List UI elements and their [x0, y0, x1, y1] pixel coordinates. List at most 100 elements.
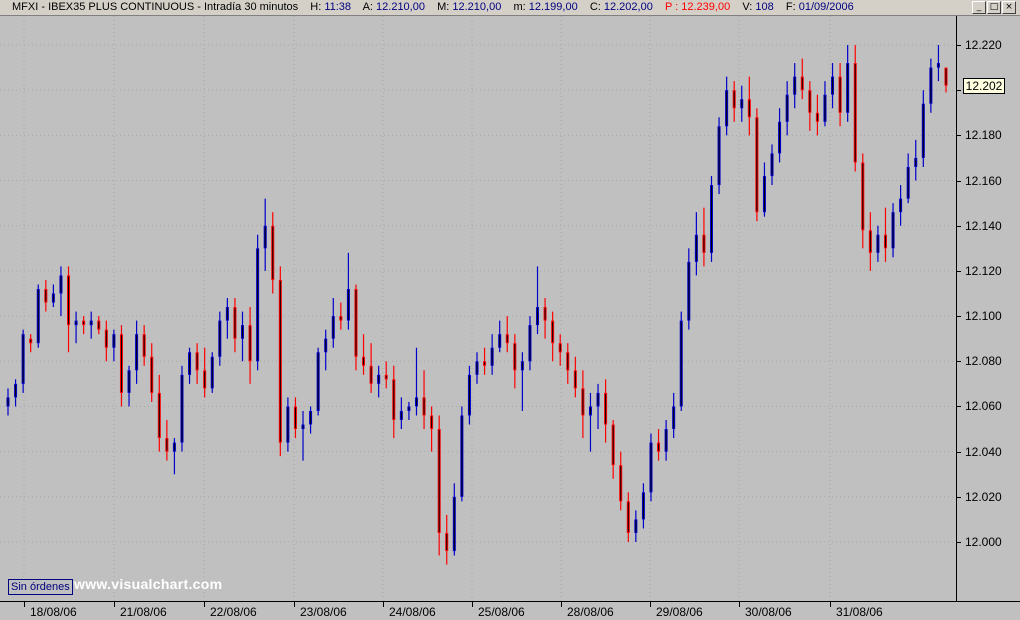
time-axis[interactable]: 18/08/06 21/08/06 22/08/06 23/08/06 24/08/06… [0, 601, 1020, 620]
ohlc-bar [755, 108, 759, 222]
ohlc-bar [21, 329, 25, 393]
ohlc-bar [263, 198, 267, 271]
precio-value: 12.239,00 [681, 1, 731, 13]
y-tick-mark [957, 451, 961, 453]
ohlc-bar [6, 388, 10, 416]
ohlc-bar [188, 347, 192, 384]
maximo-label: M: [437, 1, 450, 13]
ohlc-bar [14, 379, 18, 407]
ohlc-bar [195, 343, 199, 384]
ohlc-bar [316, 347, 320, 416]
ohlc-bar [210, 352, 214, 393]
ohlc-bar [437, 415, 441, 556]
close-button[interactable]: × [1002, 1, 1016, 14]
x-tick-label: 29/08/06 [656, 605, 703, 619]
ohlc-bar [180, 365, 184, 452]
ohlc-bar [846, 45, 850, 122]
x-tick-label: 21/08/06 [120, 605, 167, 619]
ohlc-bar [44, 279, 48, 312]
minimo-label: m: [513, 1, 526, 13]
ohlc-bar [694, 212, 698, 276]
ohlc-bar [36, 284, 40, 348]
y-tick-label: 12.020 [965, 489, 1002, 504]
ohlc-bar [687, 248, 691, 330]
y-tick-label: 12.180 [965, 128, 1002, 143]
y-tick-mark [957, 90, 961, 92]
ohlc-bar [710, 176, 713, 262]
ohlc-bar [513, 334, 517, 389]
ohlc-bar [815, 94, 819, 136]
ohlc-bar [460, 406, 464, 502]
cierre-label: C: [589, 1, 601, 13]
x-tick-mark [830, 602, 831, 607]
ohlc-bar [914, 139, 918, 181]
minimize-button[interactable]: _ [972, 1, 986, 14]
ohlc-bar [740, 85, 744, 122]
ohlc-bar [51, 284, 55, 308]
y-tick-mark [957, 316, 961, 318]
ohlc-bar [241, 311, 244, 362]
ohlc-bar [929, 58, 933, 113]
ohlc-bar [399, 397, 403, 430]
ohlc-bar [657, 429, 661, 461]
ohlc-bar [135, 320, 139, 384]
ohlc-bar [430, 406, 434, 452]
y-tick-mark [957, 270, 961, 272]
y-tick-label: 12.000 [965, 535, 1002, 549]
ohlc-bar [377, 365, 381, 398]
ohlc-bar [581, 370, 585, 439]
ohlc-bar [218, 311, 222, 366]
y-tick-label: 12.100 [965, 309, 1002, 324]
x-tick-label: 30/08/06 [745, 605, 792, 619]
ohlc-bar [483, 347, 487, 375]
ohlc-bar [127, 365, 131, 407]
ohlc-bar [112, 329, 116, 362]
ohlc-bar [732, 81, 736, 122]
ohlc-bar [490, 334, 494, 375]
ohlc-bar [271, 212, 275, 294]
y-tick-mark [957, 225, 961, 227]
instrument-name: IBEX35 PLUS CONTINUOUS [48, 1, 195, 13]
ohlc-bar [838, 63, 842, 127]
y-tick-label: 12.220 [965, 38, 1002, 52]
ohlc-bar [808, 81, 812, 131]
y-tick-label: 12.080 [965, 354, 1002, 369]
ohlc-bar [324, 329, 328, 371]
ohlc-bar [800, 58, 804, 100]
ohlc-bar [384, 361, 388, 389]
x-tick-mark [383, 602, 384, 607]
fecha-label: F: [785, 1, 796, 13]
ohlc-bar [97, 316, 101, 335]
ohlc-bar [891, 203, 895, 258]
ohlc-bar [309, 406, 313, 434]
ohlc-bar [407, 401, 411, 421]
ohlc-bar [936, 45, 940, 82]
price-axis[interactable]: 12.22012.20012.18012.16012.14012.12012.1… [956, 16, 1020, 601]
ohlc-bar [172, 438, 176, 475]
x-tick-label: 28/08/06 [567, 605, 614, 619]
ohlc-bar [528, 316, 532, 371]
apertura-value: 12.210,00 [376, 1, 425, 13]
window-controls: _ □ × [972, 1, 1016, 14]
ohlc-bar [649, 433, 653, 502]
price-chart-area[interactable] [0, 16, 956, 601]
x-tick-mark [24, 602, 25, 607]
hora-label: H: [310, 1, 322, 13]
ohlc-bar [233, 298, 237, 353]
y-tick-label: 12.040 [965, 444, 1002, 459]
x-tick-mark [561, 602, 562, 607]
restore-button[interactable]: □ [987, 1, 1001, 14]
ohlc-bar [566, 343, 570, 384]
orders-status-button[interactable]: Sin órdenes [8, 579, 73, 595]
last-price-tag: 12.202 [963, 78, 1005, 94]
ohlc-bar [452, 483, 456, 556]
ohlc-bar [883, 207, 887, 262]
ohlc-bar [672, 392, 676, 439]
ohlc-bar [596, 383, 600, 430]
ohlc-bar [536, 266, 540, 335]
ohlc-bar [104, 320, 108, 362]
y-tick-mark [957, 361, 961, 363]
precio-label: P : [664, 1, 679, 13]
ohlc-bar [906, 153, 910, 204]
y-tick-mark [957, 180, 961, 182]
